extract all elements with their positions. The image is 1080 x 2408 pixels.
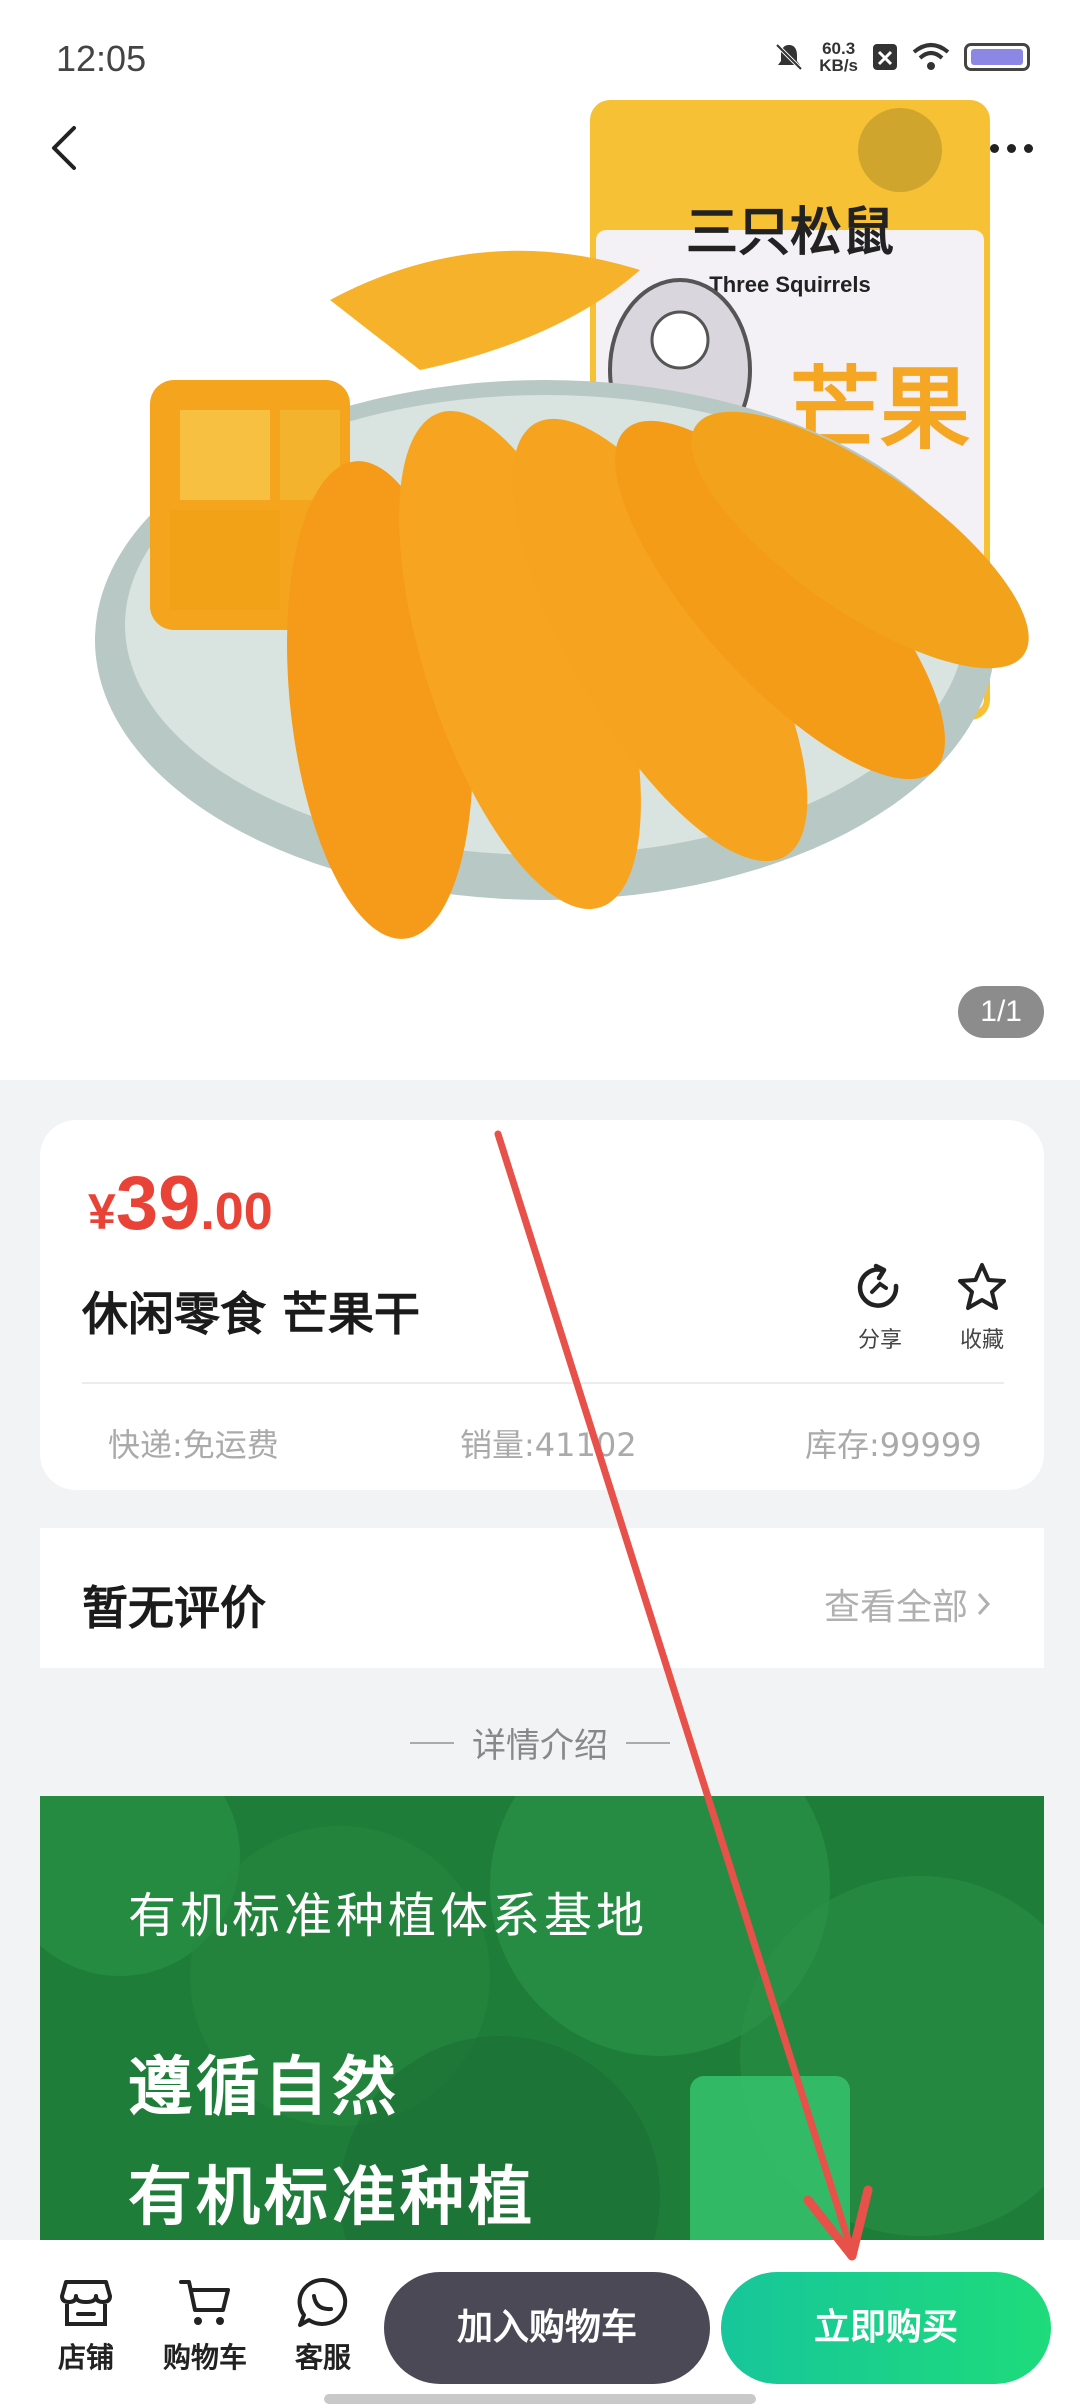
battery-icon xyxy=(964,43,1030,71)
customer-service-nav-item[interactable]: 客服 xyxy=(273,2276,373,2376)
divider xyxy=(82,1382,1004,1384)
product-image: 三只松鼠 Three Squirrels 芒果 xyxy=(95,100,1029,939)
package-brand-en: Three Squirrels xyxy=(709,272,870,297)
package-brand: 三只松鼠 xyxy=(686,203,894,263)
add-to-cart-button[interactable]: 加入购物车 xyxy=(384,2272,710,2384)
price-integer: 39 xyxy=(115,1161,201,1246)
back-arrow-icon[interactable] xyxy=(40,112,100,182)
buy-now-button[interactable]: 立即购买 xyxy=(721,2272,1051,2384)
cart-nav-item[interactable]: 购物车 xyxy=(155,2276,255,2376)
view-all-reviews-link[interactable]: 查看全部 xyxy=(824,1578,992,1630)
price-decimal: .00 xyxy=(200,1183,273,1241)
dot-icon xyxy=(1006,143,1016,153)
status-icons: 60.3 KB/s xyxy=(773,40,1030,74)
status-time: 12:05 xyxy=(56,38,147,79)
service-label: 客服 xyxy=(294,2341,351,2374)
details-banner-image: 有机标准种植体系基地 遵循自然 有机标准种植 xyxy=(40,1796,1044,2266)
share-icon xyxy=(857,1263,899,1308)
product-image-gallery[interactable]: 三只松鼠 Three Squirrels 芒果 12:05 60.3 KB/s … xyxy=(0,0,1080,1080)
reviews-section: 暂无评价 查看全部 xyxy=(40,1528,1044,1668)
share-button[interactable]: 分享 xyxy=(840,1260,920,1354)
shipping-info: 快递:免运费 xyxy=(108,1426,279,1464)
favorite-button[interactable]: 收藏 xyxy=(942,1260,1022,1354)
more-options-button[interactable] xyxy=(976,120,1046,176)
star-icon xyxy=(958,1263,1006,1310)
cart-icon xyxy=(179,2280,230,2325)
reviews-title: 暂无评价 xyxy=(82,1581,266,1635)
sim-error-icon xyxy=(873,44,897,70)
dot-icon xyxy=(989,143,999,153)
product-info-card: ¥39.00 休闲零食 芒果干 分享 收藏 快递:免运费 销量:41102 库存… xyxy=(40,1120,1044,1490)
view-all-label: 查看全部 xyxy=(823,1587,968,1628)
image-page-indicator: 1/1 xyxy=(958,986,1044,1038)
status-bar: 12:05 60.3 KB/s xyxy=(0,0,1080,120)
network-speed: 60.3 KB/s xyxy=(819,39,858,75)
chat-service-icon xyxy=(297,2277,348,2327)
favorite-label: 收藏 xyxy=(959,1328,1004,1353)
shop-label: 店铺 xyxy=(57,2341,114,2374)
heading-line xyxy=(626,1741,670,1744)
share-label: 分享 xyxy=(857,1328,902,1353)
shop-nav-item[interactable]: 店铺 xyxy=(36,2276,136,2376)
product-price: ¥39.00 xyxy=(88,1160,273,1247)
banner-headline-1: 遵循自然 xyxy=(128,2051,400,2125)
bottom-action-bar: 店铺 购物车 客服 加入购物车 立即购买 xyxy=(0,2240,1080,2408)
cart-label: 购物车 xyxy=(162,2341,247,2374)
banner-headline-2: 有机标准种植 xyxy=(128,2161,536,2235)
details-heading-label: 详情介绍 xyxy=(472,1726,608,1766)
shop-icon xyxy=(60,2280,112,2326)
wifi-icon xyxy=(912,43,950,70)
price-symbol: ¥ xyxy=(88,1184,116,1240)
mute-bell-icon xyxy=(775,43,803,71)
banner-subtitle: 有机标准种植体系基地 xyxy=(128,1888,649,1944)
details-heading: 详情介绍 xyxy=(0,1718,1080,1767)
chevron-right-icon xyxy=(977,1592,991,1616)
dot-icon xyxy=(1023,143,1033,153)
heading-line xyxy=(410,1741,454,1744)
product-title: 休闲零食 芒果干 xyxy=(82,1287,421,1341)
home-indicator[interactable] xyxy=(324,2394,756,2404)
stock-count: 库存:99999 xyxy=(805,1426,982,1464)
sales-count: 销量:41102 xyxy=(460,1426,637,1464)
